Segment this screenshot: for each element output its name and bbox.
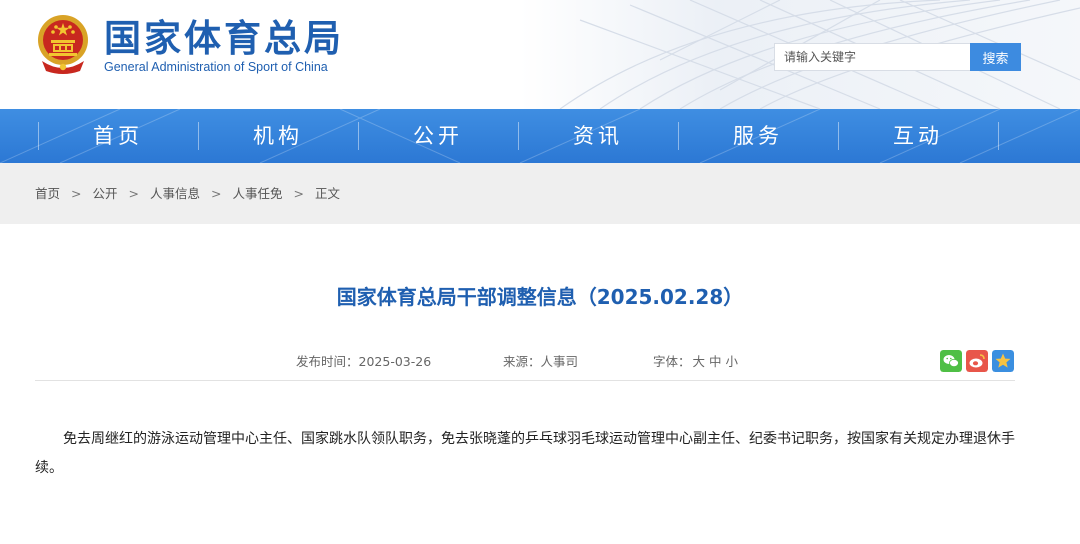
publish-date-label: 发布时间： (296, 354, 359, 369)
nav-item-organization[interactable]: 机构 (198, 109, 358, 163)
publish-date-meta: 发布时间：2025-03-26 (296, 352, 431, 372)
search-box: 搜索 (774, 43, 1021, 71)
meta-divider (35, 380, 1015, 381)
favorite-star-icon[interactable] (992, 350, 1014, 372)
source-label: 来源： (503, 354, 541, 369)
weibo-icon[interactable] (966, 350, 988, 372)
national-emblem-logo (38, 15, 88, 74)
source-meta: 来源：人事司 (503, 352, 578, 372)
breadcrumb: 首页 > 公开 > 人事信息 > 人事任免 > 正文 (35, 163, 340, 224)
nav-item-news[interactable]: 资讯 (518, 109, 678, 163)
breadcrumb-home[interactable]: 首页 (35, 186, 60, 201)
wechat-icon[interactable] (940, 350, 962, 372)
site-name-chinese: 国家体育总局 (104, 17, 344, 60)
breadcrumb-separator: > (71, 186, 82, 201)
article-body: 免去周继红的游泳运动管理中心主任、国家跳水队领队职务，免去张晓蓬的乒乓球羽毛球运… (35, 431, 1015, 476)
font-size-label: 字体： (653, 354, 691, 369)
site-name-english: General Administration of Sport of China (104, 60, 328, 74)
breadcrumb-disclosure[interactable]: 公开 (93, 186, 118, 201)
source-value: 人事司 (540, 354, 579, 369)
font-size-small-button[interactable]: 小 (726, 354, 739, 369)
breadcrumb-current: 正文 (315, 186, 341, 201)
font-size-controls: 字体：大中小 (653, 352, 740, 372)
breadcrumb-personnel-info[interactable]: 人事信息 (150, 186, 200, 201)
breadcrumb-bar: 首页 > 公开 > 人事信息 > 人事任免 > 正文 (0, 163, 1080, 224)
breadcrumb-separator: > (211, 186, 222, 201)
nav-item-services[interactable]: 服务 (678, 109, 838, 163)
breadcrumb-separator: > (293, 186, 304, 201)
search-input[interactable] (774, 43, 971, 71)
nav-item-home[interactable]: 首页 (38, 109, 198, 163)
site-header: 国家体育总局 General Administration of Sport o… (0, 0, 1080, 109)
search-button[interactable]: 搜索 (970, 43, 1021, 71)
font-size-large-button[interactable]: 大 (693, 354, 706, 369)
nav-item-interaction[interactable]: 互动 (838, 109, 998, 163)
nav-item-disclosure[interactable]: 公开 (358, 109, 518, 163)
publish-date-value: 2025-03-26 (358, 354, 432, 369)
breadcrumb-appointments[interactable]: 人事任免 (233, 186, 283, 201)
nav-separator (998, 122, 999, 150)
font-size-medium-button[interactable]: 中 (709, 354, 722, 369)
main-navigation: 首页 机构 公开 资讯 服务 互动 (0, 109, 1080, 163)
breadcrumb-separator: > (128, 186, 139, 201)
article-title: 国家体育总局干部调整信息（2025.02.28） (336, 285, 744, 309)
